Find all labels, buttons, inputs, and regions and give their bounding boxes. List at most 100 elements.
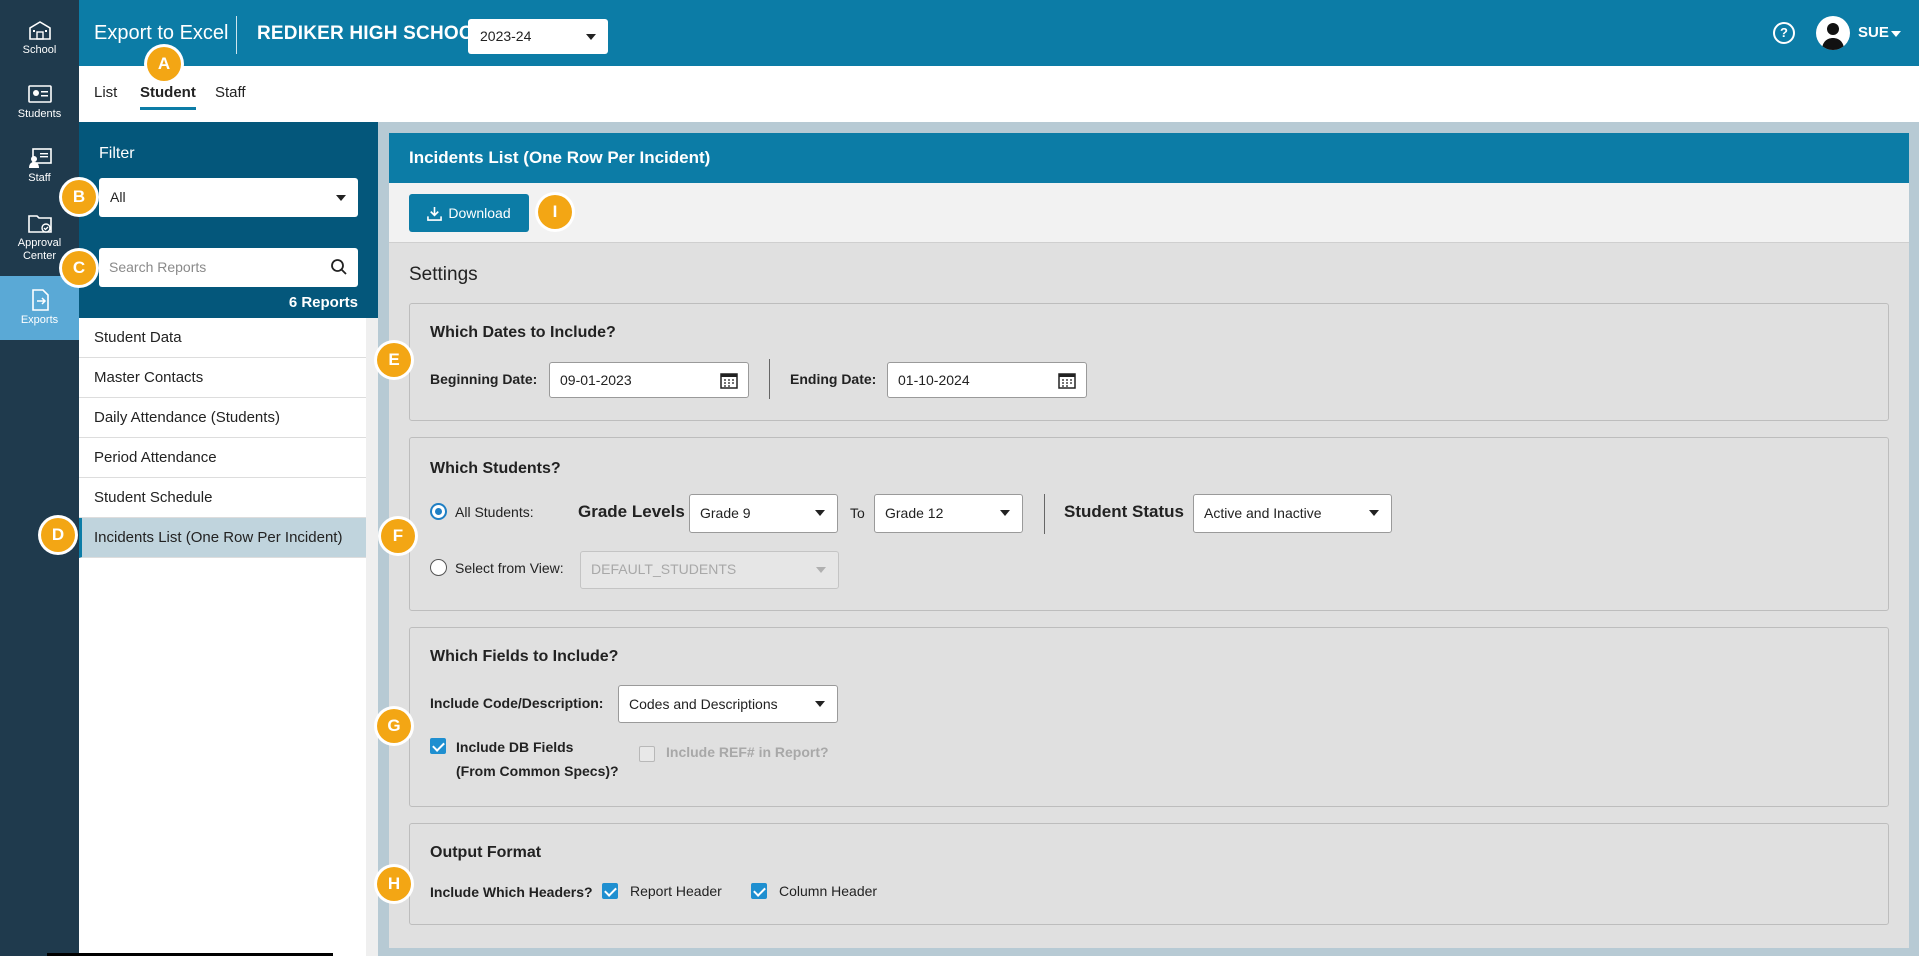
ref-label: Include REF# in Report? xyxy=(666,744,829,760)
school-icon xyxy=(28,21,51,40)
tab-bar: List Student Staff xyxy=(79,66,1919,122)
rail-item-students[interactable]: Students xyxy=(0,70,79,134)
grade-from-select[interactable]: Grade 9 xyxy=(689,494,838,533)
search-icon[interactable] xyxy=(330,258,348,276)
help-icon[interactable]: ? xyxy=(1773,22,1795,44)
search-box xyxy=(99,248,358,287)
callout-badge-d: D xyxy=(41,518,75,552)
left-rail: School Students Staff Approval Center Ex… xyxy=(0,0,79,956)
chevron-down-icon xyxy=(815,701,825,707)
headers-label: Include Which Headers? xyxy=(430,884,593,900)
chevron-down-icon[interactable] xyxy=(1891,31,1901,37)
column-header-checkbox[interactable] xyxy=(751,883,767,899)
reports-panel-header: Filter All 6 Reports xyxy=(79,122,378,318)
all-students-label: All Students: xyxy=(455,504,534,520)
ending-date-value: 01-10-2024 xyxy=(898,372,970,388)
calendar-icon[interactable] xyxy=(720,371,738,389)
code-description-label: Include Code/Description: xyxy=(430,695,604,711)
callout-badge-i: I xyxy=(538,195,572,229)
report-item-selected[interactable]: Incidents List (One Row Per Incident) xyxy=(79,518,366,558)
search-input[interactable] xyxy=(99,248,319,285)
chevron-down-icon xyxy=(816,567,826,573)
fields-title: Which Fields to Include? xyxy=(430,648,619,665)
callout-badge-f: F xyxy=(381,519,415,553)
rail-label: School xyxy=(22,44,57,56)
db-fields-label: Include DB Fields xyxy=(456,739,574,755)
ending-date-label: Ending Date: xyxy=(790,371,877,387)
filter-select[interactable]: All xyxy=(99,178,358,217)
avatar[interactable] xyxy=(1816,16,1850,50)
report-header-checkbox[interactable] xyxy=(602,883,618,899)
top-header: Export to Excel REDIKER HIGH SCHOOL 2023… xyxy=(79,0,1919,66)
output-section: Output Format Include Which Headers? Rep… xyxy=(409,823,1889,925)
report-list: Student Data Master Contacts Daily Atten… xyxy=(79,318,366,558)
report-item[interactable]: Period Attendance xyxy=(79,438,366,478)
fields-section: Which Fields to Include? Include Code/De… xyxy=(409,627,1889,807)
header-divider xyxy=(236,16,237,54)
tab-list[interactable]: List xyxy=(94,84,117,107)
output-title: Output Format xyxy=(430,844,542,861)
report-item[interactable]: Student Schedule xyxy=(79,478,366,518)
dates-title: Which Dates to Include? xyxy=(430,324,616,341)
chevron-down-icon xyxy=(1000,510,1010,516)
db-fields-label-line2: (From Common Specs)? xyxy=(456,763,619,779)
callout-badge-e: E xyxy=(377,343,411,377)
card-toolbar: Download xyxy=(389,183,1909,243)
report-card: Incidents List (One Row Per Incident) Do… xyxy=(389,133,1909,948)
callout-badge-h: H xyxy=(377,867,411,901)
grade-from-value: Grade 9 xyxy=(700,505,751,521)
callout-badge-g: G xyxy=(377,709,411,743)
db-fields-checkbox[interactable] xyxy=(430,738,446,754)
students-icon xyxy=(27,85,52,103)
student-status-select[interactable]: Active and Inactive xyxy=(1193,494,1392,533)
grade-levels-label: Grade Levels xyxy=(578,502,685,521)
select-from-view-radio[interactable] xyxy=(430,559,447,576)
code-description-value: Codes and Descriptions xyxy=(629,696,778,712)
filter-value: All xyxy=(110,189,126,205)
beginning-date-field[interactable]: 09-01-2023 xyxy=(549,362,749,398)
rail-item-exports[interactable]: Exports xyxy=(0,276,79,340)
report-item[interactable]: Daily Attendance (Students) xyxy=(79,398,366,438)
year-select[interactable]: 2023-24 xyxy=(468,19,608,54)
approval-center-icon xyxy=(27,214,52,233)
beginning-date-label: Beginning Date: xyxy=(430,371,538,387)
to-label: To xyxy=(850,505,865,521)
students-section: Which Students? All Students: Grade Leve… xyxy=(409,437,1889,611)
students-title: Which Students? xyxy=(430,460,561,477)
chevron-down-icon xyxy=(1369,510,1379,516)
rail-label: Exports xyxy=(20,314,59,326)
callout-badge-c: C xyxy=(62,251,96,285)
select-from-view-label: Select from View: xyxy=(455,560,564,576)
tab-student[interactable]: Student xyxy=(140,84,196,110)
chevron-down-icon xyxy=(815,510,825,516)
code-description-select[interactable]: Codes and Descriptions xyxy=(618,685,838,723)
card-title: Incidents List (One Row Per Incident) xyxy=(389,133,1909,183)
all-students-radio[interactable] xyxy=(430,503,447,520)
view-value: DEFAULT_STUDENTS xyxy=(591,561,737,577)
chevron-down-icon xyxy=(336,195,346,201)
download-icon xyxy=(427,206,443,221)
download-button[interactable]: Download xyxy=(409,194,529,232)
report-count: 6 Reports xyxy=(288,294,358,311)
tab-staff[interactable]: Staff xyxy=(215,84,246,107)
user-avatar-icon xyxy=(1822,23,1844,50)
chevron-down-icon xyxy=(586,34,596,40)
student-status-value: Active and Inactive xyxy=(1204,505,1322,521)
rail-label: Staff xyxy=(28,172,51,184)
ending-date-field[interactable]: 01-10-2024 xyxy=(887,362,1087,398)
student-status-label: Student Status xyxy=(1064,502,1184,521)
report-item[interactable]: Student Data xyxy=(79,318,366,358)
rail-item-school[interactable]: School xyxy=(0,6,79,70)
app-title: Export to Excel xyxy=(94,22,229,44)
view-select: DEFAULT_STUDENTS xyxy=(580,551,839,589)
calendar-icon[interactable] xyxy=(1058,371,1076,389)
exports-icon xyxy=(31,289,49,311)
report-header-label: Report Header xyxy=(630,883,722,899)
report-list-scrollbar[interactable] xyxy=(366,318,378,956)
filter-label: Filter xyxy=(99,145,135,162)
user-name[interactable]: SUE xyxy=(1858,24,1889,41)
grade-to-select[interactable]: Grade 12 xyxy=(874,494,1023,533)
students-divider xyxy=(1044,494,1045,534)
report-item[interactable]: Master Contacts xyxy=(79,358,366,398)
column-header-label: Column Header xyxy=(779,883,878,899)
